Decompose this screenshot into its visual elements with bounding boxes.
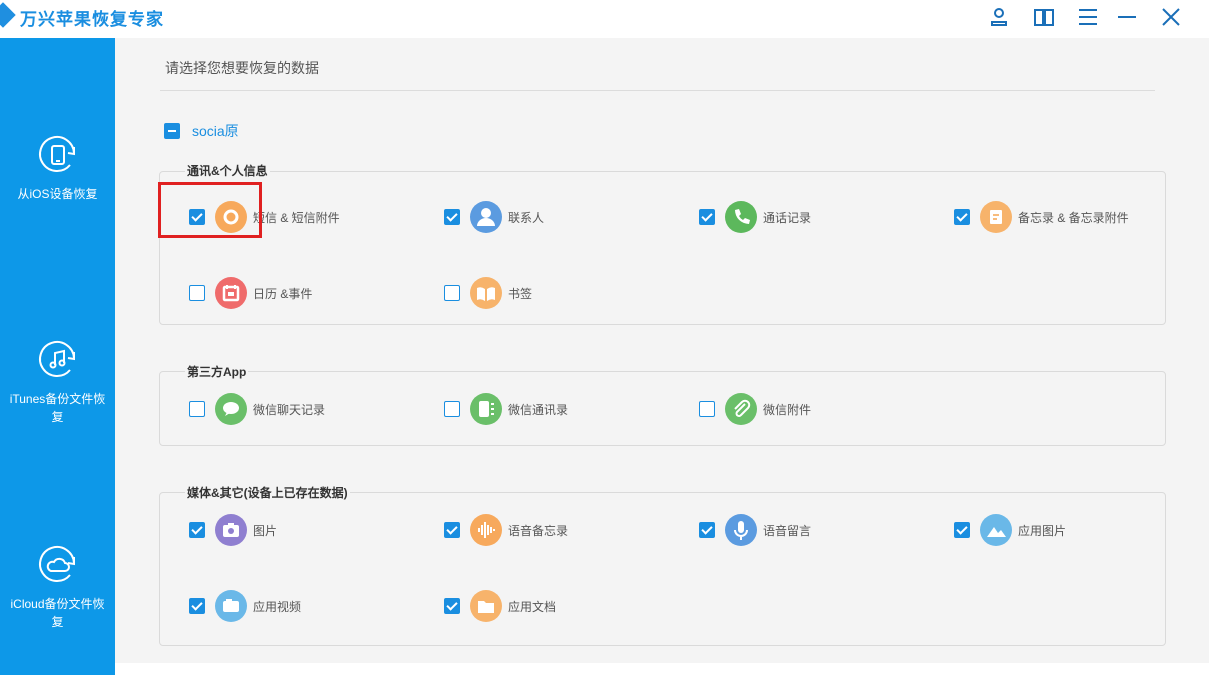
select-all-label: socia原 (192, 123, 239, 139)
option-label: 微信聊天记录 (253, 402, 326, 417)
book-icon[interactable] (1030, 4, 1058, 30)
option-item[interactable]: 短信 & 短信附件 (189, 201, 340, 233)
sidebar-item-itunes-recover[interactable]: iTunes备份文件恢 复 (0, 338, 115, 426)
checkbox[interactable] (444, 598, 460, 614)
calendar-icon (215, 277, 247, 309)
checkbox[interactable] (699, 522, 715, 538)
option-label: 图片 (253, 523, 278, 538)
minimize-icon[interactable] (1113, 4, 1141, 30)
sidebar-item-label: iCloud备份文件恢 复 (10, 597, 105, 629)
checkbox[interactable] (189, 598, 205, 614)
option-item[interactable]: 备忘录 & 备忘录附件 (954, 201, 1129, 233)
option-item[interactable]: 日历 &事件 (189, 277, 312, 309)
checkbox[interactable] (444, 209, 460, 225)
main-panel: 请选择您想要恢复的数据 socia原 通讯&个人信息 第三方App 媒体&其它(… (115, 38, 1209, 663)
option-item[interactable]: 书签 (444, 277, 532, 309)
option-label: 微信附件 (763, 402, 812, 417)
checkbox[interactable] (954, 209, 970, 225)
option-label: 通话记录 (763, 210, 812, 225)
option-item[interactable]: 图片 (189, 514, 277, 546)
option-label: 备忘录 & 备忘录附件 (1018, 210, 1129, 225)
group-title-contacts: 通讯&个人信息 (185, 162, 270, 179)
option-label: 短信 & 短信附件 (253, 210, 340, 225)
bottom-strip (115, 663, 1209, 675)
option-label: 语音备忘录 (508, 523, 569, 538)
app-logo-icon (0, 2, 16, 28)
sidebar-item-label: iTunes备份文件恢 复 (9, 392, 106, 424)
sidebar-item-icloud-recover[interactable]: iCloud备份文件恢 复 (0, 543, 115, 631)
group-title-third-party: 第三方App (185, 363, 249, 380)
checkbox[interactable] (189, 522, 205, 538)
camera-icon (215, 514, 247, 546)
message-icon (215, 201, 247, 233)
bookmark-icon (470, 277, 502, 309)
instruction-text: 请选择您想要恢复的数据 (165, 60, 319, 76)
select-all-toggle[interactable]: socia原 (164, 121, 239, 141)
cloud-recover-icon (38, 546, 75, 582)
phone-icon (725, 201, 757, 233)
option-item[interactable]: 应用文档 (444, 590, 556, 622)
microphone-icon (725, 514, 757, 546)
phone-recover-icon (38, 136, 75, 172)
option-label: 应用文档 (508, 599, 557, 614)
sidebar-item-label: 从iOS设备恢复 (17, 187, 98, 201)
close-icon[interactable] (1157, 4, 1185, 30)
option-item[interactable]: 联系人 (444, 201, 544, 233)
checkbox[interactable] (444, 285, 460, 301)
title-bar: 万兴苹果恢复专家 (0, 0, 1209, 38)
option-item[interactable]: 微信聊天记录 (189, 393, 325, 425)
option-item[interactable]: 微信通讯录 (444, 393, 568, 425)
checkbox[interactable] (444, 522, 460, 538)
note-icon (980, 201, 1012, 233)
option-item[interactable]: 通话记录 (699, 201, 811, 233)
contact-card-icon (470, 393, 502, 425)
account-icon[interactable] (985, 4, 1013, 30)
option-label: 微信通讯录 (508, 402, 569, 417)
menu-icon[interactable] (1074, 4, 1102, 30)
video-camera-icon (215, 590, 247, 622)
option-item[interactable]: 微信附件 (699, 393, 811, 425)
checkbox[interactable] (189, 285, 205, 301)
folder-icon (470, 590, 502, 622)
option-label: 书签 (508, 286, 533, 301)
option-item[interactable]: 应用视频 (189, 590, 301, 622)
checkbox[interactable] (444, 401, 460, 417)
option-label: 应用视频 (253, 599, 302, 614)
group-title-media: 媒体&其它(设备上已存在数据) (185, 484, 350, 501)
option-label: 联系人 (508, 210, 545, 225)
checkbox[interactable] (699, 209, 715, 225)
partial-checkbox[interactable] (164, 123, 180, 139)
mountain-image-icon (980, 514, 1012, 546)
app-title: 万兴苹果恢复专家 (20, 10, 164, 29)
music-recover-icon (38, 341, 75, 377)
paperclip-icon (725, 393, 757, 425)
option-item[interactable]: 语音留言 (699, 514, 811, 546)
chat-bubble-icon (215, 393, 247, 425)
checkbox[interactable] (189, 401, 205, 417)
checkbox[interactable] (699, 401, 715, 417)
option-label: 日历 &事件 (253, 286, 313, 301)
checkbox[interactable] (954, 522, 970, 538)
checkbox[interactable] (189, 209, 205, 225)
option-item[interactable]: 应用图片 (954, 514, 1066, 546)
option-label: 应用图片 (1018, 523, 1067, 538)
option-label: 语音留言 (763, 523, 812, 538)
contact-icon (470, 201, 502, 233)
sidebar: 从iOS设备恢复 iTunes备份文件恢 复 iCloud备份文件恢 复 (0, 38, 115, 675)
option-item[interactable]: 语音备忘录 (444, 514, 568, 546)
divider (160, 90, 1155, 91)
waveform-icon (470, 514, 502, 546)
sidebar-item-ios-recover[interactable]: 从iOS设备恢复 (0, 133, 115, 203)
